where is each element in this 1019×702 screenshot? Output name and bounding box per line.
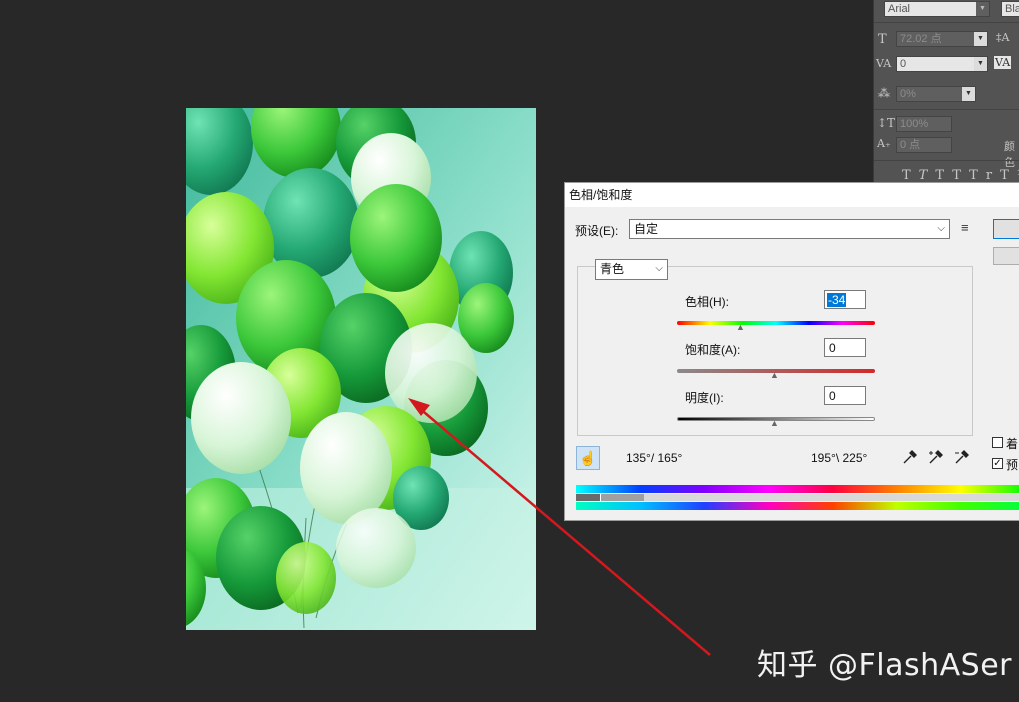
annotation-arrow	[408, 398, 711, 656]
watermark: 知乎 @FlashASer	[757, 648, 1013, 683]
arrow-line	[417, 406, 711, 656]
